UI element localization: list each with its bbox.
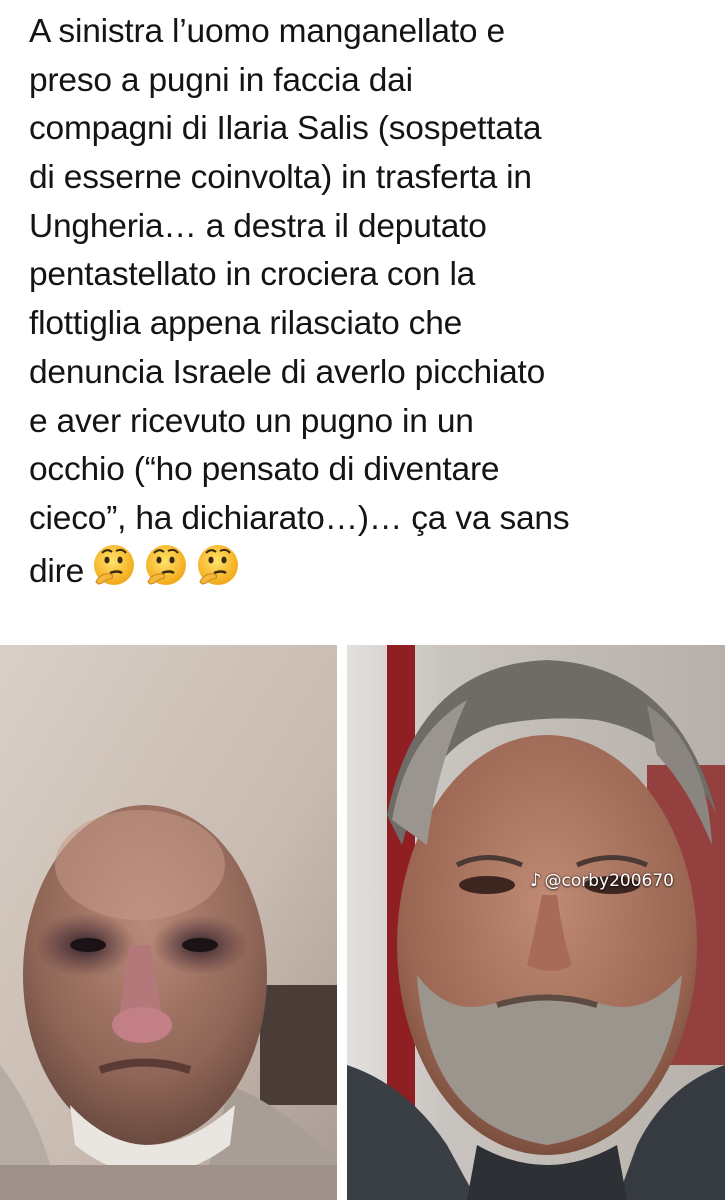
post-line: Ungheria… a destra il deputato — [29, 207, 487, 245]
post-line: pentastellato in crociera con la — [29, 256, 476, 294]
post-text: A sinistra l’uomo manganellato e preso a… — [29, 8, 709, 592]
post-line: cieco”, ha dichiarato…)… ça va sans — [29, 499, 570, 537]
post-line: flottiglia appena rilasciato che — [29, 305, 463, 343]
thinking-face-icon — [90, 544, 138, 588]
post-line: preso a pugni in faccia dai — [29, 61, 413, 99]
post-last-line: dire — [29, 544, 709, 593]
photo-right-bearded-man[interactable] — [347, 645, 725, 1200]
tiktok-icon: ♪ — [530, 870, 542, 891]
post-line: e aver ricevuto un pugno in un — [29, 402, 474, 440]
post-line: di esserne coinvolta) in trasferta in — [29, 159, 532, 197]
post-line: A sinistra l’uomo manganellato e — [29, 13, 505, 50]
photo-left-bruised-man[interactable] — [0, 645, 337, 1200]
tiktok-watermark: ♪ @corby200670 — [530, 870, 674, 891]
emoji-group — [90, 544, 246, 603]
post-line: denuncia Israele di averlo picchiato — [29, 353, 546, 391]
watermark-handle: @corby200670 — [544, 870, 674, 891]
post-line: occhio (“ho pensato di diventare — [29, 451, 500, 489]
post-line: dire — [29, 552, 85, 590]
thinking-face-icon — [194, 544, 242, 588]
thinking-face-icon — [142, 544, 190, 588]
post-line: compagni di Ilaria Salis (sospettata — [29, 110, 542, 148]
